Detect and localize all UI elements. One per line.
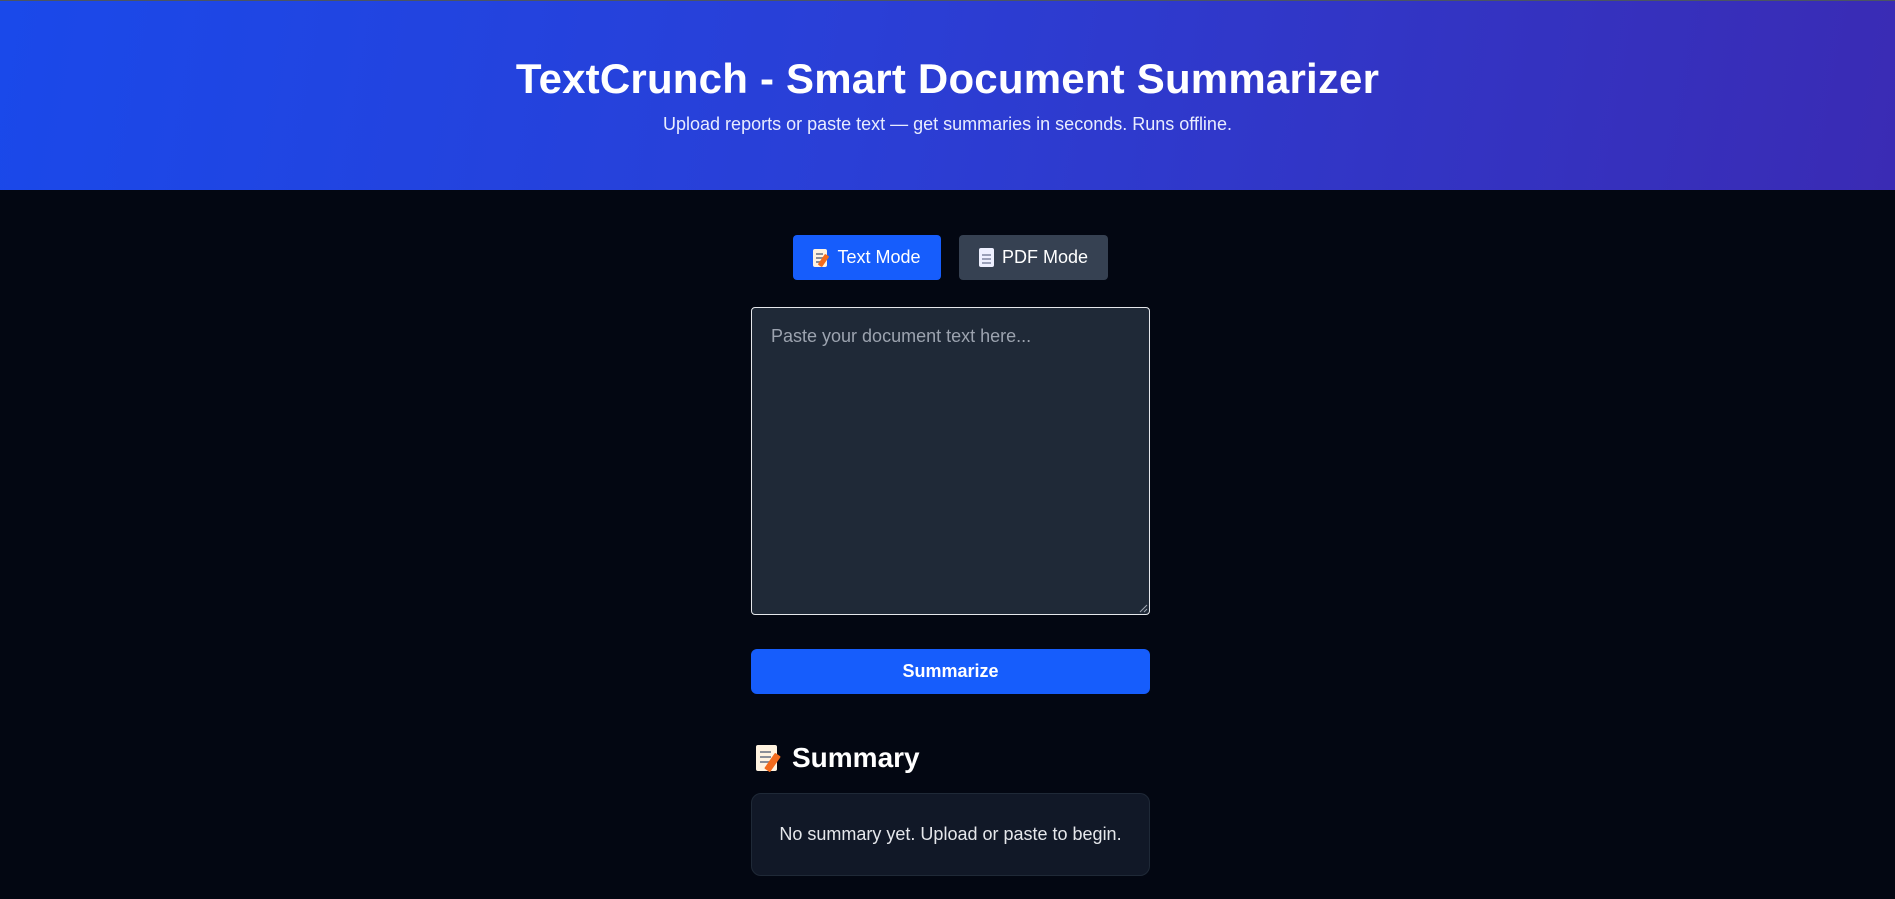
summary-heading: Summary [756, 740, 920, 776]
memo-icon [756, 744, 782, 773]
app-header: TextCrunch - Smart Document Summarizer U… [0, 0, 1895, 190]
pdf-mode-label: PDF Mode [1001, 247, 1089, 267]
page-icon [978, 248, 994, 267]
page-subtitle: Upload reports or paste text — get summa… [663, 114, 1232, 134]
pdf-mode-button[interactable]: PDF Mode [959, 235, 1108, 280]
summary-output: No summary yet. Upload or paste to begin… [751, 793, 1150, 876]
summary-empty-text: No summary yet. Upload or paste to begin… [779, 824, 1122, 844]
summarize-button[interactable]: Summarize [751, 649, 1150, 694]
summary-title: Summary [792, 742, 920, 773]
mode-switcher: Text Mode PDF Mode [0, 235, 1895, 280]
page-title: TextCrunch - Smart Document Summarizer [515, 55, 1380, 102]
memo-icon [813, 248, 830, 268]
text-mode-label: Text Mode [837, 247, 921, 267]
document-text-input[interactable] [751, 307, 1150, 615]
text-mode-button[interactable]: Text Mode [793, 235, 941, 280]
